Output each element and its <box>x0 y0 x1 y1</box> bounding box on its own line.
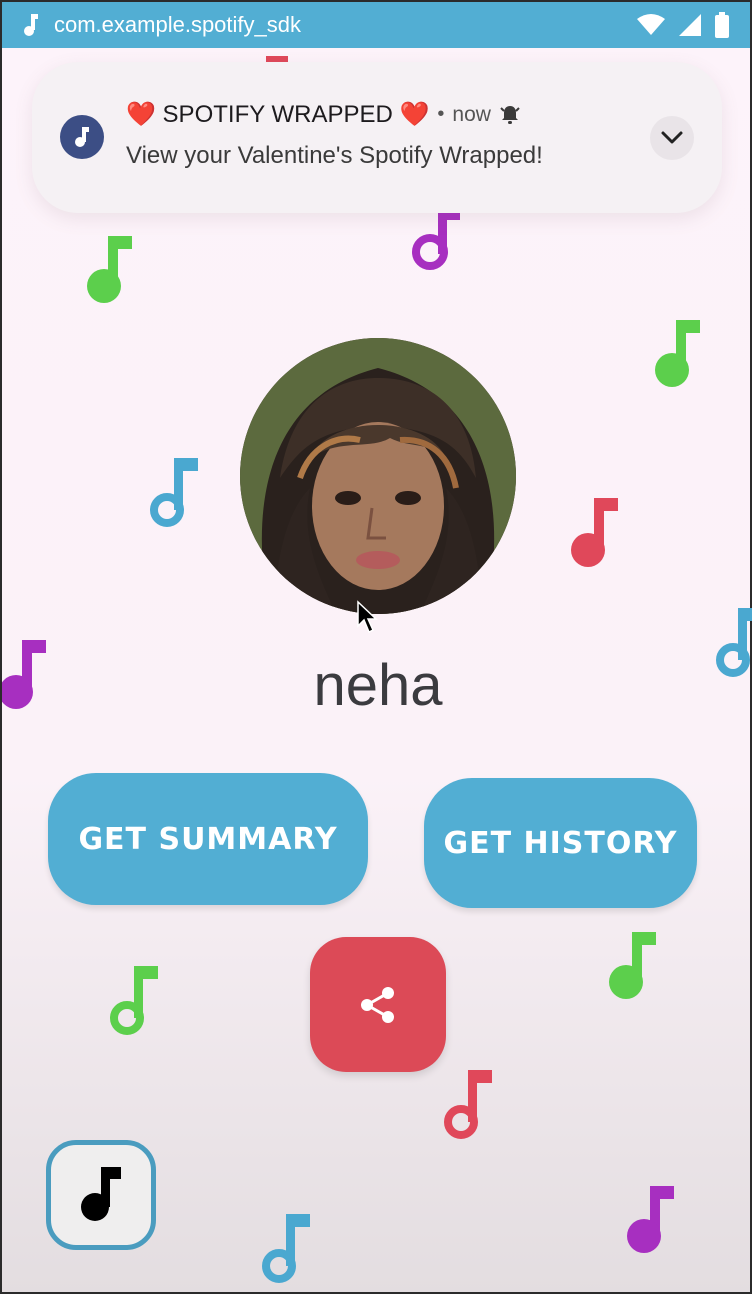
status-bar: com.example.spotify_sdk <box>2 2 750 48</box>
notification-card[interactable]: ❤️ SPOTIFY WRAPPED ❤️ • now View your Va… <box>32 62 722 213</box>
music-note-icon <box>75 127 89 147</box>
get-summary-button[interactable]: GET SUMMARY <box>48 773 368 905</box>
notification-app-icon <box>60 115 104 159</box>
share-icon <box>361 986 394 1023</box>
purple-music-note-icon <box>412 212 460 270</box>
mouse-cursor-icon <box>357 600 378 634</box>
notification-body: View your Valentine's Spotify Wrapped! <box>126 142 543 169</box>
notification-time: now <box>452 102 491 126</box>
notification-header: ❤️ SPOTIFY WRAPPED ❤️ • now <box>126 100 521 129</box>
blue-music-note-icon <box>262 1214 310 1283</box>
red-music-note-icon <box>571 498 618 567</box>
notification-title: ❤️ SPOTIFY WRAPPED ❤️ <box>126 101 430 128</box>
red-music-note-icon <box>444 1070 492 1139</box>
status-package-name: com.example.spotify_sdk <box>54 12 301 37</box>
green-music-note-icon <box>655 320 700 387</box>
purple-music-note-icon <box>627 1186 674 1253</box>
music-player-button[interactable] <box>46 1140 156 1250</box>
expand-notification-button[interactable] <box>650 116 694 160</box>
battery-icon <box>715 12 729 38</box>
chevron-down-icon <box>661 131 683 144</box>
green-music-note-icon <box>110 966 158 1035</box>
signal-icon <box>679 14 701 36</box>
bell-icon <box>500 105 520 124</box>
blue-music-note-icon <box>150 458 198 527</box>
username-label: neha <box>313 653 443 718</box>
share-button[interactable] <box>310 937 446 1072</box>
music-note-icon <box>24 14 38 36</box>
wifi-icon <box>637 14 665 35</box>
green-music-note-icon <box>87 236 132 303</box>
music-note-icon <box>81 1167 121 1221</box>
green-music-note-icon <box>609 932 656 999</box>
get-history-button[interactable]: GET HISTORY <box>424 778 697 908</box>
profile-avatar <box>240 338 516 614</box>
separator-dot: • <box>437 103 445 125</box>
